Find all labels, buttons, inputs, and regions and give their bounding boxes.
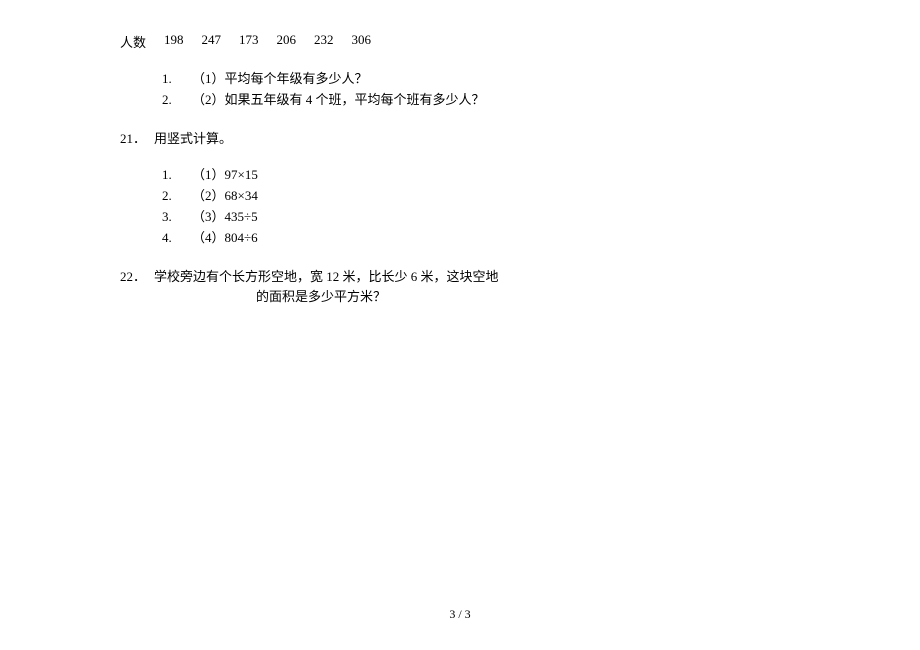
table-value: 247 [202,32,222,51]
sub-text: （3）435÷5 [192,207,258,228]
table-value: 198 [164,32,184,51]
question-21: 21． 用竖式计算。 [120,129,800,150]
sub-text: （1）97×15 [192,165,258,186]
question-number: 22． [120,267,146,309]
list-item: 3. （3）435÷5 [162,207,800,228]
question-number: 21． [120,129,146,150]
question-line: 的面积是多少平方米？ [154,287,800,308]
sub-text: （1）平均每个年级有多少人？ [192,69,368,90]
table-value: 206 [277,32,297,51]
question-line: 学校旁边有个长方形空地，宽 12 米，比长少 6 米，这块空地 [154,267,800,288]
q21-sub-questions: 1. （1）97×15 2. （2）68×34 3. （3）435÷5 4. （… [162,165,800,248]
sub-number: 4. [162,228,182,249]
question-22: 22． 学校旁边有个长方形空地，宽 12 米，比长少 6 米，这块空地 的面积是… [120,267,800,309]
sub-text: （4）804÷6 [192,228,258,249]
sub-text: （2）如果五年级有 4 个班，平均每个班有多少人？ [192,90,485,111]
table-value: 306 [352,32,372,51]
sub-number: 2. [162,186,182,207]
list-item: 4. （4）804÷6 [162,228,800,249]
document-page: 人数 198 247 173 206 232 306 1. （1）平均每个年级有… [0,0,920,308]
page-footer: 3 / 3 [0,607,920,622]
sub-number: 2. [162,90,182,111]
sub-number: 1. [162,69,182,90]
table-label: 人数 [120,32,146,51]
table-row: 人数 198 247 173 206 232 306 [120,32,800,51]
list-item: 1. （1）平均每个年级有多少人？ [162,69,800,90]
table-value: 232 [314,32,334,51]
sub-number: 1. [162,165,182,186]
table-value: 173 [239,32,259,51]
sub-text: （2）68×34 [192,186,258,207]
question-title: 用竖式计算。 [154,129,800,150]
list-item: 2. （2）如果五年级有 4 个班，平均每个班有多少人？ [162,90,800,111]
sub-number: 3. [162,207,182,228]
list-item: 1. （1）97×15 [162,165,800,186]
question-body: 学校旁边有个长方形空地，宽 12 米，比长少 6 米，这块空地 的面积是多少平方… [154,267,800,309]
q20-sub-questions: 1. （1）平均每个年级有多少人？ 2. （2）如果五年级有 4 个班，平均每个… [162,69,800,111]
list-item: 2. （2）68×34 [162,186,800,207]
